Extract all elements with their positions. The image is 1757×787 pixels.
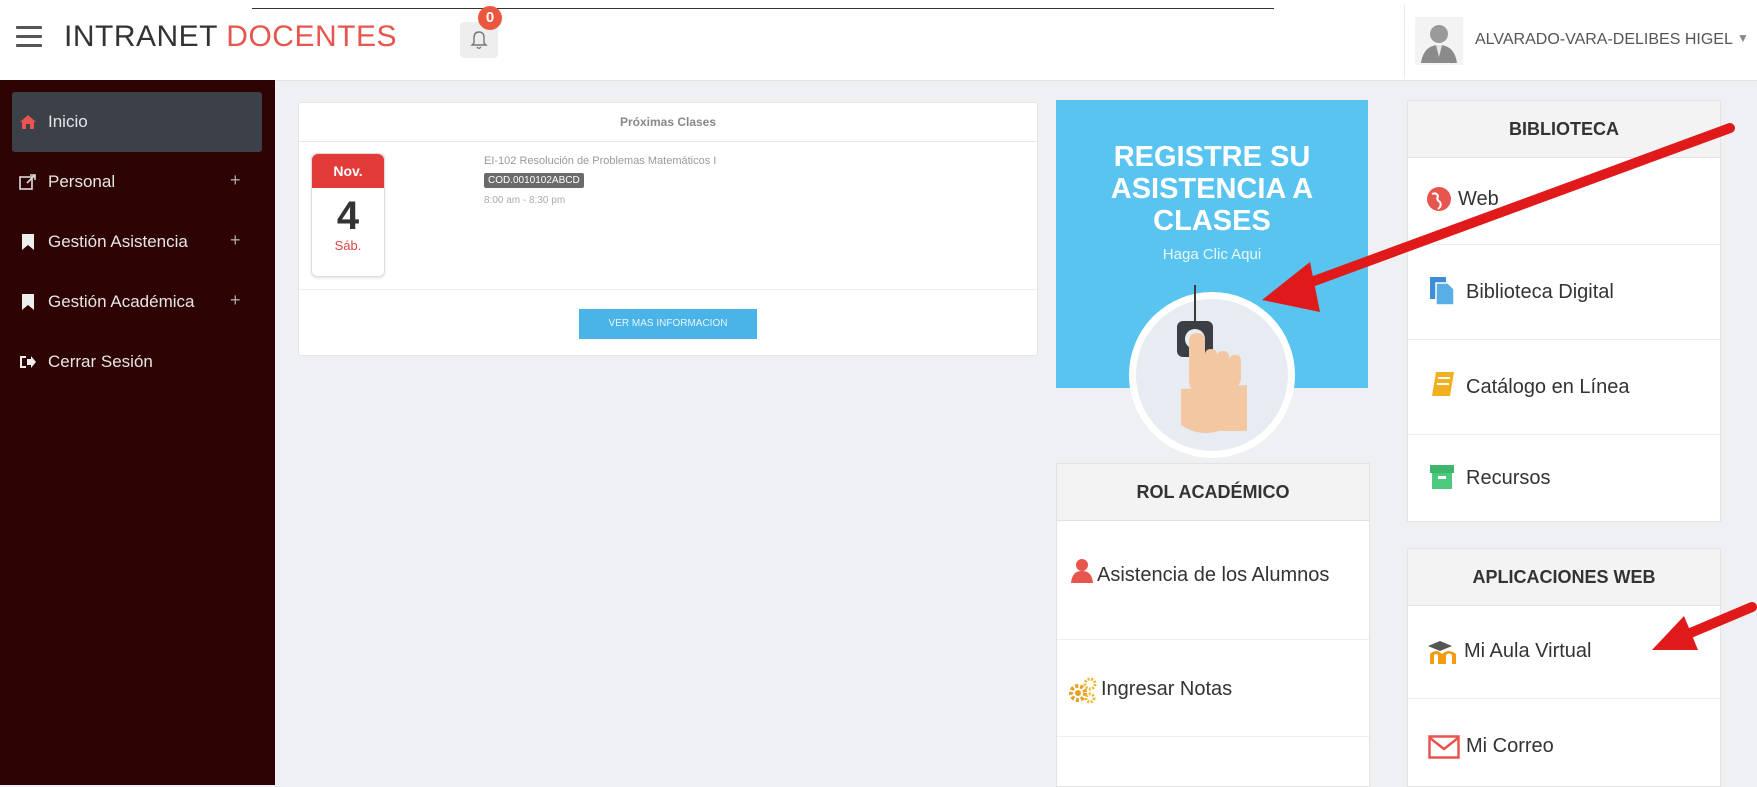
user-icon bbox=[1071, 559, 1093, 583]
expand-plus-icon[interactable]: + bbox=[230, 170, 241, 191]
sidebar-item-gestion-academica[interactable]: Gestión Académica + bbox=[12, 272, 262, 332]
mi-correo-link[interactable]: Mi Correo bbox=[1408, 699, 1720, 787]
calendar-weekday: Sáb. bbox=[334, 238, 362, 253]
top-bar: INTRANET DOCENTES ALVARADO-VARA-DELIBES … bbox=[0, 0, 1757, 81]
panel-title: APLICACIONES WEB bbox=[1408, 549, 1720, 606]
bell-icon bbox=[470, 31, 488, 49]
panel-title: ROL ACADÉMICO bbox=[1057, 464, 1369, 521]
user-menu[interactable]: ALVARADO-VARA-DELIBES HIGEL ▼ bbox=[1404, 5, 1753, 79]
gears-icon bbox=[1069, 677, 1097, 704]
book-icon bbox=[1432, 372, 1454, 396]
proximas-clases-card: Próximas Clases Nov. 4 Sáb. EI-102 Resol… bbox=[298, 102, 1038, 356]
clase-time: 8:00 am - 8:30 pm bbox=[484, 195, 566, 206]
biblioteca-panel: BIBLIOTECA Web Biblioteca Digital Catálo… bbox=[1407, 100, 1721, 522]
biblioteca-item-text: Catálogo en Línea bbox=[1466, 376, 1630, 398]
document-icon bbox=[1430, 277, 1455, 306]
expand-plus-icon[interactable]: + bbox=[230, 290, 241, 311]
calendar-date: Nov. 4 Sáb. bbox=[311, 153, 385, 277]
ingresar-notas-link[interactable]: Ingresar Notas bbox=[1057, 640, 1369, 737]
expand-plus-icon[interactable]: + bbox=[230, 230, 241, 251]
banner-line2: ASISTENCIA A bbox=[1110, 173, 1314, 205]
asistencia-alumnos-link[interactable]: Asistencia de los Alumnos bbox=[1057, 521, 1369, 640]
divider bbox=[252, 8, 1274, 9]
recursos-link[interactable]: Recursos bbox=[1408, 435, 1720, 521]
panel-title: BIBLIOTECA bbox=[1408, 101, 1720, 158]
brand-part1: INTRANET bbox=[64, 20, 227, 53]
moodle-icon bbox=[1428, 641, 1456, 664]
catalogo-en-linea-link[interactable]: Catálogo en Línea bbox=[1408, 340, 1720, 435]
biblioteca-item-text: Web bbox=[1458, 188, 1499, 210]
mi-aula-virtual-link[interactable]: Mi Aula Virtual bbox=[1408, 606, 1720, 699]
user-name: ALVARADO-VARA-DELIBES HIGEL bbox=[1475, 31, 1733, 48]
aplicacion-item-text: Mi Correo bbox=[1466, 735, 1554, 757]
sidebar: Inicio Personal + Gestión Asistencia + G… bbox=[0, 80, 275, 785]
card-title: Próximas Clases bbox=[299, 103, 1037, 142]
sidebar-item-label: Cerrar Sesión bbox=[48, 352, 153, 371]
calendar-day: 4 bbox=[336, 194, 360, 238]
banner-line3: CLASES bbox=[1153, 205, 1271, 237]
brand-part2: DOCENTES bbox=[226, 20, 397, 53]
sign-out-icon bbox=[20, 356, 36, 368]
calendar-month: Nov. bbox=[312, 154, 384, 188]
ver-mas-informacion-button[interactable]: VER MAS INFORMACION bbox=[579, 309, 757, 339]
clase-title: EI-102 Resolución de Problemas Matemátic… bbox=[484, 155, 717, 167]
aplicaciones-web-panel: APLICACIONES WEB Mi Aula Virtual Mi Corr… bbox=[1407, 548, 1721, 787]
bookmark-icon bbox=[22, 294, 34, 310]
biblioteca-item-text: Biblioteca Digital bbox=[1466, 281, 1614, 303]
archive-box-icon bbox=[1430, 465, 1454, 489]
user-avatar-icon bbox=[1421, 25, 1457, 63]
rol-item-text: Ingresar Notas bbox=[1101, 678, 1233, 700]
menu-toggle-icon[interactable] bbox=[16, 26, 42, 48]
sidebar-item-label: Personal bbox=[48, 172, 116, 191]
biblioteca-web-link[interactable]: Web bbox=[1408, 158, 1720, 245]
clase-code: COD.0010102ABCD bbox=[484, 173, 584, 188]
brand-title[interactable]: INTRANET DOCENTES bbox=[64, 20, 397, 54]
hand-press-icon bbox=[1177, 285, 1247, 433]
sidebar-item-cerrar-sesion[interactable]: Cerrar Sesión bbox=[12, 332, 262, 392]
notification-badge: 0 bbox=[478, 6, 502, 30]
sidebar-item-gestion-asistencia[interactable]: Gestión Asistencia + bbox=[12, 212, 262, 272]
bookmark-icon bbox=[22, 234, 34, 250]
caret-down-icon: ▼ bbox=[1737, 31, 1749, 45]
rol-item-text: Asistencia de los Alumnos bbox=[1097, 564, 1330, 586]
sidebar-item-personal[interactable]: Personal + bbox=[12, 152, 262, 212]
sidebar-item-inicio[interactable]: Inicio bbox=[12, 92, 262, 152]
banner-subtitle: Haga Clic Aqui bbox=[1162, 246, 1262, 263]
banner-line1: REGISTRE SU bbox=[1113, 141, 1311, 173]
biblioteca-digital-link[interactable]: Biblioteca Digital bbox=[1408, 245, 1720, 340]
rol-item-label: Asistencia de los Alumnos bbox=[1097, 561, 1347, 589]
sidebar-item-label: Gestión Asistencia bbox=[48, 232, 188, 251]
globe-icon bbox=[1427, 187, 1451, 211]
divider bbox=[299, 289, 1037, 290]
external-link-icon bbox=[19, 174, 36, 190]
sidebar-item-label: Gestión Académica bbox=[48, 292, 195, 311]
home-icon bbox=[20, 115, 36, 129]
rol-academico-panel: ROL ACADÉMICO Asistencia de los Alumnos … bbox=[1056, 463, 1370, 787]
envelope-icon bbox=[1428, 735, 1460, 759]
aplicacion-item-text: Mi Aula Virtual bbox=[1464, 640, 1592, 662]
avatar bbox=[1415, 17, 1463, 65]
sidebar-item-label: Inicio bbox=[48, 112, 88, 131]
biblioteca-item-text: Recursos bbox=[1466, 467, 1551, 489]
